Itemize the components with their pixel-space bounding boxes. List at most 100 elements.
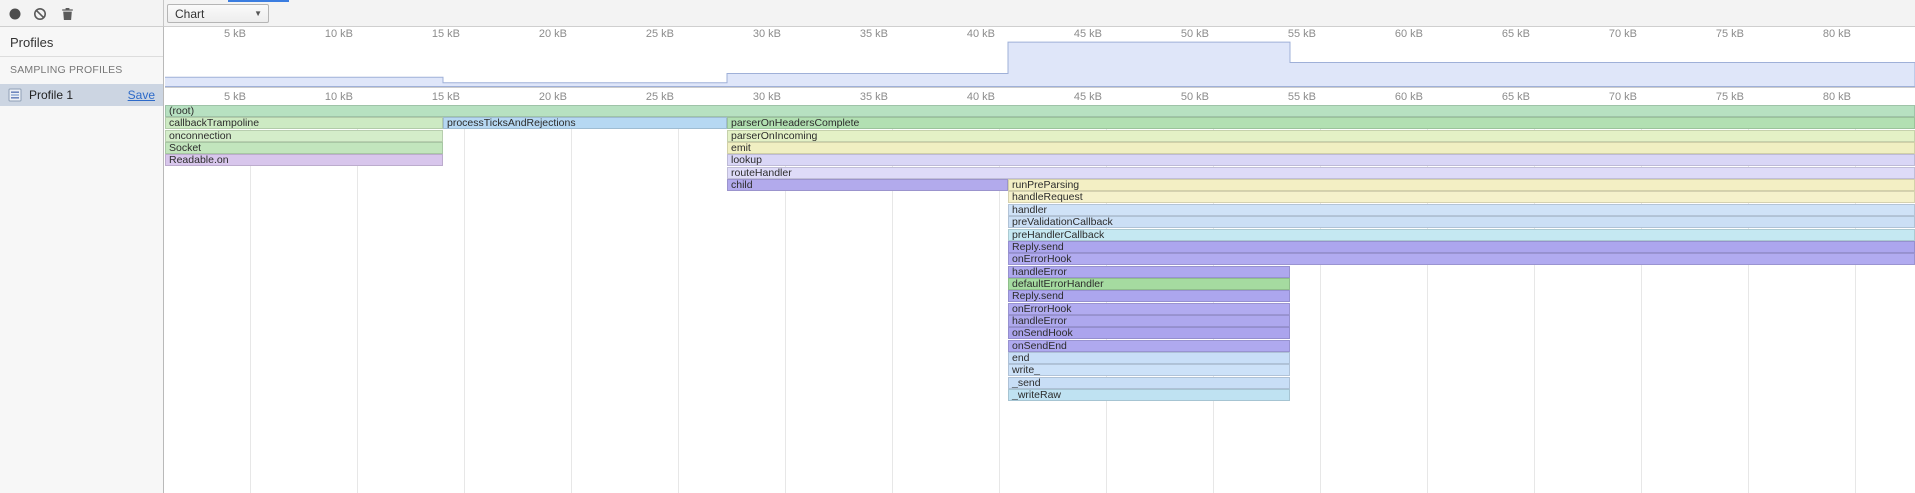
- delete-profile-button[interactable]: [58, 5, 76, 23]
- flame-chart[interactable]: (root)callbackTrampoline processTicksAndR…: [165, 105, 1915, 493]
- frame-label: child: [731, 180, 753, 191]
- flame-frame[interactable]: emit: [727, 142, 1915, 154]
- frame-label: Socket: [169, 143, 201, 154]
- frame-label: handleRequest: [1012, 192, 1083, 203]
- flame-frame[interactable]: end: [1008, 352, 1290, 364]
- ruler-tick-label: 60 kB: [1395, 91, 1427, 103]
- flame-frame[interactable]: (root): [165, 105, 1915, 117]
- gridline: [464, 105, 465, 493]
- flame-frame[interactable]: lookup: [727, 154, 1915, 166]
- frame-label: write_: [1012, 365, 1040, 376]
- ruler-tick-label: 80 kB: [1823, 91, 1855, 103]
- flame-frame[interactable]: Socket: [165, 142, 443, 154]
- profiler-toolbar: Chart ▼: [0, 0, 1915, 27]
- clear-button[interactable]: [31, 5, 49, 23]
- flame-chart-pane: 5 kB10 kB15 kB20 kB25 kB30 kB35 kB40 kB4…: [165, 27, 1915, 493]
- flame-frame[interactable]: handleError: [1008, 266, 1290, 278]
- ruler-tick-label: 20 kB: [539, 91, 571, 103]
- memory-overview-graph: [165, 27, 1915, 87]
- flame-frame[interactable]: Reply.send: [1008, 241, 1915, 253]
- profile-item[interactable]: Profile 1 Save: [0, 84, 163, 106]
- flame-frame[interactable]: parserOnIncoming: [727, 130, 1915, 142]
- frame-label: onconnection: [169, 131, 231, 142]
- ruler-tick-label: 70 kB: [1609, 91, 1641, 103]
- toolbar-separator: [163, 0, 164, 27]
- frame-label: parserOnHeadersComplete: [731, 118, 859, 129]
- dropdown-arrow-icon: ▼: [254, 9, 262, 18]
- ruler-tick-label: 35 kB: [860, 91, 892, 103]
- record-icon: [8, 7, 22, 21]
- sidebar-title: Profiles: [0, 27, 163, 56]
- flame-frame[interactable]: child: [727, 179, 1008, 191]
- ruler-tick-label: 30 kB: [753, 91, 785, 103]
- flame-frame[interactable]: Reply.send: [1008, 290, 1290, 302]
- save-link[interactable]: Save: [128, 88, 155, 102]
- ruler-tick-label: 40 kB: [967, 91, 999, 103]
- flame-frame[interactable]: onSendHook: [1008, 327, 1290, 339]
- frame-label: handler: [1012, 205, 1047, 216]
- ruler-tick-label: 65 kB: [1502, 91, 1534, 103]
- frame-label: handleError: [1012, 267, 1067, 278]
- frame-label: parserOnIncoming: [731, 131, 817, 142]
- frame-label: preValidationCallback: [1012, 217, 1113, 228]
- flame-frame[interactable]: onconnection: [165, 130, 443, 142]
- flame-frame[interactable]: defaultErrorHandler: [1008, 278, 1290, 290]
- devtools-memory-panel: Chart ▼ Profiles SAMPLING PROFILES Profi…: [0, 0, 1915, 493]
- frame-label: _writeRaw: [1012, 390, 1061, 401]
- flame-frame[interactable]: handleError: [1008, 315, 1290, 327]
- ruler-tick-label: 75 kB: [1716, 91, 1748, 103]
- ruler-tick-label: 10 kB: [325, 91, 357, 103]
- frame-label: defaultErrorHandler: [1012, 279, 1104, 290]
- frame-label: Reply.send: [1012, 242, 1064, 253]
- flame-frame[interactable]: onErrorHook: [1008, 253, 1915, 265]
- ruler-tick-label: 15 kB: [432, 91, 464, 103]
- frame-label: runPreParsing: [1012, 180, 1079, 191]
- profile-name: Profile 1: [29, 88, 121, 102]
- detail-ruler: 5 kB10 kB15 kB20 kB25 kB30 kB35 kB40 kB4…: [165, 88, 1915, 105]
- frame-label: onErrorHook: [1012, 254, 1072, 265]
- flame-frame[interactable]: parserOnHeadersComplete: [727, 117, 1915, 129]
- frame-label: routeHandler: [731, 168, 792, 179]
- frame-label: (root): [169, 106, 194, 117]
- flame-frame[interactable]: routeHandler: [727, 167, 1915, 179]
- frame-label: emit: [731, 143, 751, 154]
- profiles-sidebar: Profiles SAMPLING PROFILES Profile 1 Sav…: [0, 27, 164, 493]
- flame-frame[interactable]: preHandlerCallback: [1008, 229, 1915, 241]
- ruler-tick-label: 25 kB: [646, 91, 678, 103]
- ruler-tick-label: 5 kB: [224, 91, 250, 103]
- flame-frame[interactable]: write_: [1008, 364, 1290, 376]
- record-button[interactable]: [6, 5, 24, 23]
- gridline: [571, 105, 572, 493]
- frame-label: onSendEnd: [1012, 341, 1067, 352]
- flame-frame[interactable]: callbackTrampoline: [165, 117, 443, 129]
- view-mode-select[interactable]: Chart ▼: [167, 4, 269, 23]
- frame-label: end: [1012, 353, 1030, 364]
- frame-label: _send: [1012, 378, 1041, 389]
- ruler-tick-label: 50 kB: [1181, 91, 1213, 103]
- flame-frame[interactable]: onSendEnd: [1008, 340, 1290, 352]
- flame-frame[interactable]: Readable.on: [165, 154, 443, 166]
- clear-icon: [33, 7, 47, 21]
- flame-frame[interactable]: onErrorHook: [1008, 303, 1290, 315]
- frame-label: preHandlerCallback: [1012, 230, 1104, 241]
- frame-label: Readable.on: [169, 155, 229, 166]
- active-tab-indicator: [228, 0, 289, 2]
- gridline: [678, 105, 679, 493]
- profile-icon: [8, 88, 22, 102]
- frame-label: callbackTrampoline: [169, 118, 259, 129]
- frame-label: onErrorHook: [1012, 304, 1072, 315]
- frame-label: processTicksAndRejections: [447, 118, 576, 129]
- overview-pane[interactable]: 5 kB10 kB15 kB20 kB25 kB30 kB35 kB40 kB4…: [165, 27, 1915, 88]
- frame-label: handleError: [1012, 316, 1067, 327]
- trash-icon: [61, 7, 74, 21]
- flame-frame[interactable]: _writeRaw: [1008, 389, 1290, 401]
- flame-frame[interactable]: _send: [1008, 377, 1290, 389]
- flame-frame[interactable]: processTicksAndRejections: [443, 117, 727, 129]
- flame-frame[interactable]: runPreParsing: [1008, 179, 1915, 191]
- ruler-tick-label: 55 kB: [1288, 91, 1320, 103]
- flame-frame[interactable]: handler: [1008, 204, 1915, 216]
- frame-label: Reply.send: [1012, 291, 1064, 302]
- flame-frame[interactable]: preValidationCallback: [1008, 216, 1915, 228]
- frame-label: onSendHook: [1012, 328, 1073, 339]
- flame-frame[interactable]: handleRequest: [1008, 191, 1915, 203]
